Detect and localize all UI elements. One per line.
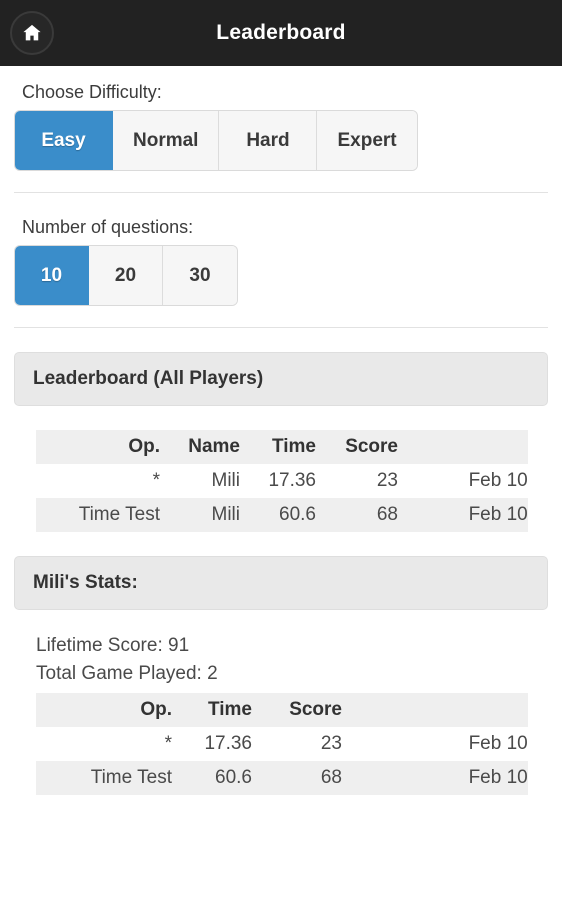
player-stats-panel-header: Mili's Stats: xyxy=(14,556,548,610)
player-stats-table-wrapper: Op. Time Score Date * 17.36 23 Feb 10 22… xyxy=(36,693,528,796)
cell-score: 68 xyxy=(258,761,348,796)
cell-score: 23 xyxy=(258,727,348,762)
column-header-date: Date xyxy=(348,693,528,728)
app-bar: Leaderboard xyxy=(0,0,562,66)
table-row: Time Test Mili 60.6 68 Feb 10 22:2 xyxy=(36,498,528,532)
table-header-row: Op. Time Score Date xyxy=(36,693,528,728)
player-stats-table: Op. Time Score Date * 17.36 23 Feb 10 22… xyxy=(36,693,528,796)
cell-op: Time Test xyxy=(36,498,166,532)
player-stats-summary: Lifetime Score: 91 Total Game Played: 2 xyxy=(36,632,548,687)
column-header-op: Op. xyxy=(36,430,166,464)
difficulty-button-group: Easy Normal Hard Expert xyxy=(15,111,417,170)
cell-date: Feb 10 22:3 xyxy=(404,464,528,498)
divider-1 xyxy=(14,192,548,193)
divider-2 xyxy=(14,327,548,328)
total-games-text: Total Game Played: 2 xyxy=(36,662,218,684)
cell-date: Feb 10 22:2 xyxy=(404,498,528,532)
cell-op: Time Test xyxy=(36,761,178,796)
player-stats-panel-title: Mili's Stats: xyxy=(33,572,138,593)
difficulty-option-normal[interactable]: Normal xyxy=(113,111,220,170)
cell-time: 60.6 xyxy=(246,498,322,532)
cell-date: Feb 10 22:2 xyxy=(348,761,528,796)
column-header-name: Name xyxy=(166,430,246,464)
page-title: Leaderboard xyxy=(216,21,346,44)
cell-score: 23 xyxy=(322,464,404,498)
cell-time: 60.6 xyxy=(178,761,258,796)
cell-time: 17.36 xyxy=(246,464,322,498)
table-row: * Mili 17.36 23 Feb 10 22:3 xyxy=(36,464,528,498)
leaderboard-panel-header: Leaderboard (All Players) xyxy=(14,352,548,406)
cell-time: 17.36 xyxy=(178,727,258,762)
home-button[interactable] xyxy=(10,11,54,55)
difficulty-option-hard[interactable]: Hard xyxy=(219,111,318,170)
difficulty-label: Choose Difficulty: xyxy=(22,82,162,102)
table-row: * 17.36 23 Feb 10 22:3 xyxy=(36,727,528,762)
question-count-option-20[interactable]: 20 xyxy=(89,246,163,305)
difficulty-option-expert[interactable]: Expert xyxy=(317,111,417,170)
cell-name: Mili xyxy=(166,464,246,498)
leaderboard-panel-title: Leaderboard (All Players) xyxy=(33,368,264,389)
column-header-score: Score xyxy=(258,693,348,728)
column-header-score: Score xyxy=(322,430,404,464)
cell-name: Mili xyxy=(166,498,246,532)
cell-date: Feb 10 22:3 xyxy=(348,727,528,762)
lifetime-score-text: Lifetime Score: 91 xyxy=(36,635,190,656)
column-header-time: Time xyxy=(246,430,322,464)
column-header-date: Date xyxy=(404,430,528,464)
cell-op: * xyxy=(36,727,178,762)
leaderboard-table-wrapper: Op. Name Time Score Date * Mili 17.36 23… xyxy=(36,430,528,532)
table-header-row: Op. Name Time Score Date xyxy=(36,430,528,464)
table-row: Time Test 60.6 68 Feb 10 22:2 xyxy=(36,761,528,796)
column-header-op: Op. xyxy=(36,693,178,728)
difficulty-option-easy[interactable]: Easy xyxy=(15,111,113,170)
column-header-time: Time xyxy=(178,693,258,728)
question-count-option-10[interactable]: 10 xyxy=(15,246,89,305)
home-icon xyxy=(21,22,43,44)
content-area: Choose Difficulty: Easy Normal Hard Expe… xyxy=(0,82,562,796)
question-count-option-30[interactable]: 30 xyxy=(163,246,237,305)
cell-op: * xyxy=(36,464,166,498)
leaderboard-screen: Leaderboard Choose Difficulty: Easy Norm… xyxy=(0,0,562,900)
question-count-label: Number of questions: xyxy=(22,217,194,237)
leaderboard-table: Op. Name Time Score Date * Mili 17.36 23… xyxy=(36,430,528,532)
cell-score: 68 xyxy=(322,498,404,532)
question-count-button-group: 10 20 30 xyxy=(15,246,237,305)
